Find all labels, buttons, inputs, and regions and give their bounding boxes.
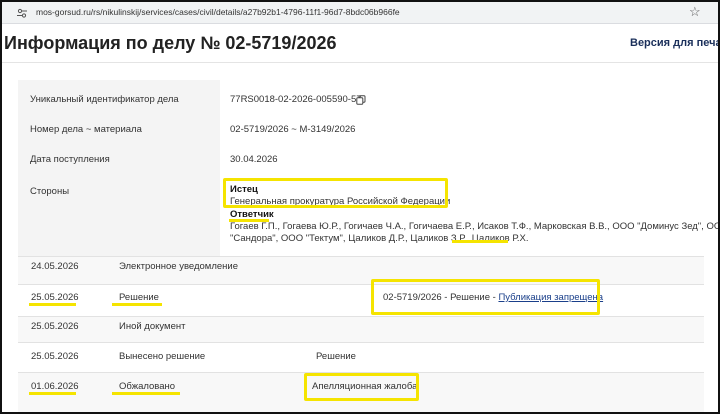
event-date: 25.05.2026	[31, 321, 79, 332]
parties-label: Стороны	[30, 186, 70, 197]
highlight-box-decision-document	[371, 279, 600, 315]
case-number-label: Номер дела ~ материала	[30, 124, 142, 135]
event-date: 24.05.2026	[31, 261, 79, 272]
event-type: Иной документ	[119, 321, 186, 332]
case-details-panel: Уникальный идентификатор дела 77RS0018-0…	[18, 80, 720, 256]
site-settings-icon[interactable]	[16, 7, 28, 19]
received-date-value: 30.04.2026	[230, 154, 278, 165]
url-text[interactable]: mos-gorsud.ru/rs/nikulinskij/services/ca…	[36, 7, 400, 17]
received-date-label: Дата поступления	[30, 154, 110, 165]
event-date: 25.05.2026	[31, 351, 79, 362]
uid-value: 77RS0018-02-2026-005590-57	[230, 94, 362, 105]
event-type: Обжаловано	[119, 381, 176, 392]
browser-address-bar[interactable]: mos-gorsud.ru/rs/nikulinskij/services/ca…	[2, 2, 718, 24]
case-number-value: 02-5719/2026 ~ М-3149/2026	[230, 124, 356, 135]
event-detail: Решение	[316, 351, 356, 362]
highlight-underline-defendant	[229, 219, 269, 222]
uid-label: Уникальный идентификатор дела	[30, 94, 179, 105]
highlight-box-appeal	[304, 373, 419, 401]
defendants-line-1: Гогаев Г.П., Гогаева Ю.Р., Гогичаев Ч.А.…	[230, 221, 720, 232]
event-type: Электронное уведомление	[119, 261, 239, 272]
highlight-underline-appealed	[112, 392, 180, 395]
highlight-underline-decision-date	[29, 303, 76, 306]
event-type: Решение	[119, 292, 159, 303]
star-icon[interactable]: ☆	[689, 5, 701, 19]
event-type: Вынесено решение	[119, 351, 206, 362]
event-date: 25.05.2026	[31, 292, 79, 303]
highlight-underline-appeal-date	[29, 392, 76, 395]
print-version-link[interactable]: Версия для печати	[630, 37, 720, 49]
event-date: 01.06.2026	[31, 381, 79, 392]
highlight-box-plaintiff	[223, 178, 448, 208]
page-title: Информация по делу № 02-5719/2026	[4, 33, 337, 53]
copy-icon[interactable]	[356, 95, 366, 105]
highlight-underline-tsalikov	[452, 240, 508, 243]
highlight-underline-decision	[112, 303, 162, 306]
header-divider	[2, 62, 718, 63]
